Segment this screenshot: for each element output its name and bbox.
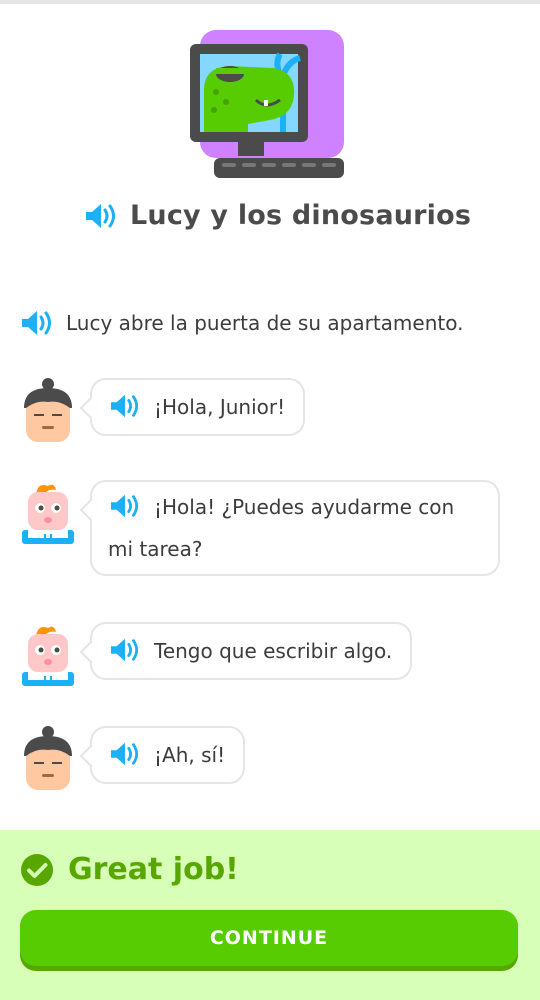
dinosaur-on-computer-icon (186, 30, 346, 182)
speaker-icon[interactable] (108, 492, 142, 520)
speaker-icon[interactable] (108, 392, 142, 420)
dialogue-text: ¡Hola! ¿Puedes ayudarme con mi tarea? (108, 495, 455, 561)
junior-avatar (20, 480, 76, 546)
speaker-icon[interactable] (20, 308, 54, 338)
lucy-avatar (20, 726, 76, 792)
speaker-icon[interactable] (108, 740, 142, 768)
narration-text: Lucy abre la puerta de su apartamento. (66, 311, 464, 335)
speech-bubble: ¡Hola! ¿Puedes ayudarme con mi tarea? (90, 480, 500, 576)
dialogue-line: ¡Ah, sí! (20, 726, 246, 792)
story-title: Lucy y los dinosaurios (130, 200, 472, 231)
dialogue-text: ¡Hola, Junior! (154, 395, 286, 419)
junior-avatar (20, 622, 76, 688)
check-circle-icon (20, 853, 54, 887)
dialogue-line: Tengo que escribir algo. (20, 622, 413, 688)
story-title-row: Lucy y los dinosaurios (84, 200, 471, 231)
dialogue-line: ¡Hola! ¿Puedes ayudarme con mi tarea? (20, 480, 500, 576)
dialogue-line: ¡Hola, Junior! (20, 378, 306, 444)
feedback-panel: Great job! CONTINUE (0, 830, 540, 1000)
dialogue-text: Tengo que escribir algo. (154, 639, 393, 663)
lucy-avatar (20, 378, 76, 444)
narration-line: Lucy abre la puerta de su apartamento. (20, 308, 463, 338)
speech-bubble: ¡Ah, sí! (90, 726, 246, 784)
continue-button[interactable]: CONTINUE (20, 910, 518, 966)
dialogue-text: ¡Ah, sí! (154, 743, 226, 767)
speaker-icon[interactable] (84, 201, 118, 231)
speech-bubble: Tengo que escribir algo. (90, 622, 413, 680)
speech-bubble: ¡Hola, Junior! (90, 378, 306, 436)
speaker-icon[interactable] (108, 636, 142, 664)
feedback-title: Great job! (68, 852, 239, 887)
feedback-header: Great job! (20, 852, 239, 887)
top-divider (0, 0, 540, 4)
